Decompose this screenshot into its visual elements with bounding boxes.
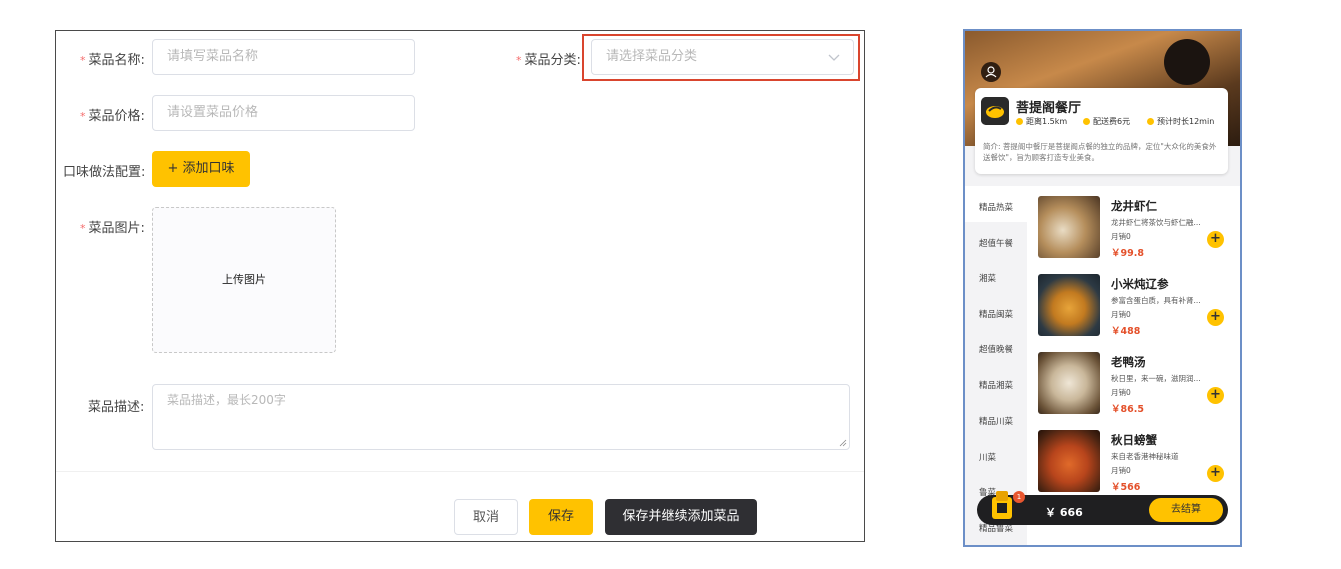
- add-to-cart-button[interactable]: +: [1207, 309, 1224, 326]
- cancel-button[interactable]: 取消: [454, 499, 518, 535]
- dish-sales: 月销0: [1111, 232, 1131, 241]
- resize-handle-icon[interactable]: [839, 439, 847, 447]
- dish-sales: 月销0: [1111, 466, 1131, 475]
- category-item[interactable]: 精品热菜: [979, 201, 1013, 213]
- dish-price-placeholder: 请设置菜品价格: [167, 105, 259, 120]
- dish-sales: 月销0: [1111, 310, 1131, 319]
- name-label-text: 菜品名称:: [88, 53, 145, 68]
- dish-price-input[interactable]: 请设置菜品价格: [152, 95, 415, 131]
- required-mark: *: [80, 54, 86, 67]
- save-button[interactable]: 保存: [529, 499, 593, 535]
- category-item[interactable]: 超值晚餐: [979, 343, 1013, 355]
- price-label-text: 菜品价格:: [88, 109, 145, 124]
- required-mark: *: [80, 110, 86, 123]
- dish-name: 老鸭汤: [1111, 355, 1146, 369]
- add-taste-button[interactable]: + 添加口味: [152, 151, 250, 187]
- image-label: * 菜品图片:: [80, 217, 145, 236]
- banner-decoration: [1164, 39, 1210, 85]
- image-upload-area[interactable]: 上传图片: [152, 207, 336, 353]
- money-icon: [1083, 118, 1090, 125]
- eta-info: 预计时长12min: [1147, 116, 1214, 127]
- user-icon[interactable]: [981, 62, 1001, 82]
- price-label: * 菜品价格:: [80, 105, 145, 124]
- checkout-button[interactable]: 去结算: [1149, 498, 1223, 522]
- required-mark: *: [80, 222, 86, 235]
- dish-form-panel: * 菜品名称: 请填写菜品名称 * 菜品分类: 请选择菜品分类 * 菜品价格: 请设置…: [55, 30, 865, 542]
- category-item[interactable]: 川菜: [979, 451, 996, 463]
- required-mark: *: [516, 54, 522, 67]
- chevron-down-icon: [828, 54, 840, 61]
- shop-info-card: 菩提阁餐厅 距离1.5km 配送费6元 预计时长12min 简介: 菩提阁中餐厅…: [975, 88, 1228, 174]
- footer-divider: [56, 471, 864, 472]
- dish-price: ￥488: [1111, 326, 1141, 337]
- dish-name: 秋日螃蟹: [1111, 433, 1157, 447]
- phone-preview: 菩提阁餐厅 距离1.5km 配送费6元 预计时长12min 简介: 菩提阁中餐厅…: [963, 29, 1242, 547]
- distance-text: 距离1.5km: [1026, 117, 1068, 126]
- dish-name: 龙井虾仁: [1111, 199, 1157, 213]
- category-label: * 菜品分类:: [516, 49, 581, 68]
- category-item[interactable]: 精品闽菜: [979, 308, 1013, 320]
- taste-label: 口味做法配置:: [63, 165, 146, 180]
- dish-name-input[interactable]: 请填写菜品名称: [152, 39, 415, 75]
- dish-desc: 参富含蛋白质，具有补肾...: [1111, 296, 1201, 305]
- dish-sales: 月销0: [1111, 388, 1131, 397]
- add-to-cart-button[interactable]: +: [1207, 387, 1224, 404]
- dish-item[interactable]: 老鸭汤 秋日里，来一碗，滋阴润... 月销0 ￥86.5 +: [1027, 347, 1240, 425]
- eta-text: 预计时长12min: [1157, 117, 1215, 126]
- delivery-fee-info: 配送费6元: [1083, 116, 1130, 127]
- shop-logo-icon: [981, 97, 1009, 125]
- category-label-text: 菜品分类:: [524, 53, 581, 68]
- cart-icon[interactable]: [989, 487, 1015, 521]
- add-to-cart-button[interactable]: +: [1207, 231, 1224, 248]
- category-select[interactable]: 请选择菜品分类: [591, 39, 854, 75]
- distance-info: 距离1.5km: [1016, 116, 1067, 127]
- name-label: * 菜品名称:: [80, 49, 145, 68]
- dish-price: ￥99.8: [1111, 248, 1144, 259]
- dish-description-placeholder: 菜品描述，最长200字: [167, 393, 286, 407]
- dish-name-placeholder: 请填写菜品名称: [167, 49, 259, 64]
- shop-description: 简介: 菩提阁中餐厅是菩提阁点餐的独立的品牌，定位"大众化的美食外送餐饮"，旨为…: [983, 142, 1217, 162]
- time-icon: [1147, 118, 1154, 125]
- category-placeholder: 请选择菜品分类: [606, 49, 698, 64]
- dish-desc: 来自老香港神秘味道: [1111, 452, 1179, 461]
- dish-price: ￥86.5: [1111, 404, 1144, 415]
- dish-desc: 龙井虾仁将茶饮与虾仁融...: [1111, 218, 1201, 227]
- cart-count-badge: 1: [1013, 491, 1025, 503]
- desc-label: 菜品描述:: [88, 400, 145, 415]
- save-and-continue-button[interactable]: 保存并继续添加菜品: [605, 499, 757, 535]
- dish-description-textarea[interactable]: 菜品描述，最长200字: [152, 384, 850, 450]
- dish-list: 龙井虾仁 龙井虾仁将茶饮与虾仁融... 月销0 ￥99.8 + 小米炖辽参 参富…: [1027, 186, 1240, 545]
- category-item[interactable]: 精品川菜: [979, 415, 1013, 427]
- add-to-cart-button[interactable]: +: [1207, 465, 1224, 482]
- dish-image: [1038, 274, 1100, 336]
- dish-item[interactable]: 龙井虾仁 龙井虾仁将茶饮与虾仁融... 月销0 ￥99.8 +: [1027, 191, 1240, 269]
- form-body: * 菜品名称: 请填写菜品名称 * 菜品分类: 请选择菜品分类 * 菜品价格: 请设置…: [56, 31, 864, 471]
- category-item[interactable]: 超值午餐: [979, 237, 1013, 249]
- dish-price: ￥566: [1111, 482, 1141, 493]
- dish-desc: 秋日里，来一碗，滋阴润...: [1111, 374, 1201, 383]
- image-label-text: 菜品图片:: [88, 221, 145, 236]
- dish-item[interactable]: 秋日螃蟹 来自老香港神秘味道 月销0 ￥566 +: [1027, 425, 1240, 503]
- dish-image: [1038, 430, 1100, 492]
- dish-item[interactable]: 小米炖辽参 参富含蛋白质，具有补肾... 月销0 ￥488 +: [1027, 269, 1240, 347]
- cart-total: ￥ 666: [1045, 506, 1083, 519]
- dish-name: 小米炖辽参: [1111, 277, 1169, 291]
- shop-name: 菩提阁餐厅: [1016, 101, 1082, 116]
- category-item[interactable]: 精品湘菜: [979, 379, 1013, 391]
- clock-icon: [1016, 118, 1023, 125]
- dish-image: [1038, 196, 1100, 258]
- dish-image: [1038, 352, 1100, 414]
- category-item[interactable]: 湘菜: [979, 272, 996, 284]
- delivery-fee-text: 配送费6元: [1093, 117, 1131, 126]
